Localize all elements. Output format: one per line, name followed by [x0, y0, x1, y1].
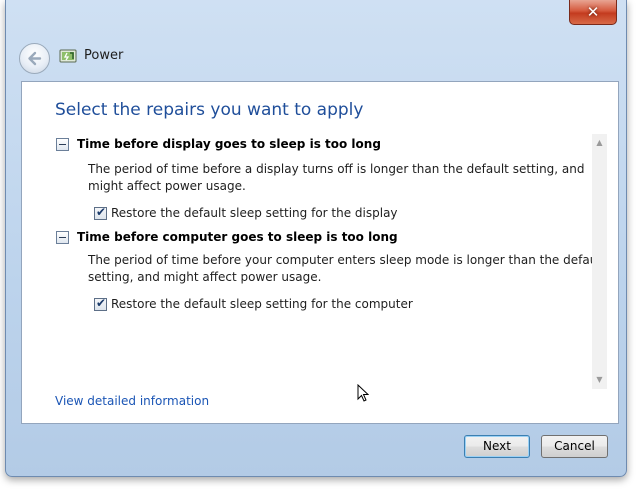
collapse-issue-computer-button[interactable]: [56, 231, 69, 244]
back-arrow-icon: [28, 51, 42, 66]
mouse-pointer-icon: [357, 384, 369, 402]
page-title: Select the repairs you want to apply: [55, 100, 364, 120]
issue-title-display: Time before display goes to sleep is too…: [77, 137, 381, 151]
troubleshooter-window: ✕ Power Select the repairs you want to a…: [5, 0, 627, 477]
restore-computer-checkbox[interactable]: ✔: [94, 296, 107, 311]
issue-description-display: The period of time before a display turn…: [88, 161, 585, 195]
restore-computer-label[interactable]: Restore the default sleep setting for th…: [111, 297, 413, 311]
collapse-issue-display-button[interactable]: [56, 138, 69, 151]
next-button[interactable]: Next: [464, 435, 530, 458]
cancel-button[interactable]: Cancel: [541, 435, 608, 458]
restore-display-label[interactable]: Restore the default sleep setting for th…: [111, 206, 398, 220]
issue-title-computer: Time before computer goes to sleep is to…: [77, 230, 398, 244]
checkmark-icon: ✔: [96, 296, 107, 310]
power-troubleshooter-icon: [59, 49, 77, 63]
close-button[interactable]: ✕: [569, 0, 617, 25]
window-title: Power: [84, 48, 124, 63]
scroll-up-icon[interactable]: ▲: [592, 136, 607, 150]
view-detailed-information-link[interactable]: View detailed information: [55, 394, 209, 408]
vertical-scrollbar[interactable]: ▲ ▼: [592, 134, 607, 389]
repairs-panel: Select the repairs you want to apply Tim…: [21, 81, 619, 424]
restore-display-checkbox[interactable]: ✔: [94, 205, 107, 220]
checkmark-icon: ✔: [96, 205, 107, 219]
close-icon: ✕: [586, 3, 600, 21]
back-button[interactable]: [19, 43, 50, 74]
issue-description-display-line1: The period of time before a display turn…: [88, 162, 585, 176]
issue-description-computer-line1: The period of time before your computer …: [88, 253, 606, 267]
issue-description-computer: The period of time before your computer …: [88, 252, 605, 286]
scroll-down-icon[interactable]: ▼: [592, 373, 607, 387]
issue-description-display-line2: might affect power usage.: [88, 179, 246, 193]
issue-description-computer-line2: setting, and might affect power usage.: [88, 270, 322, 284]
